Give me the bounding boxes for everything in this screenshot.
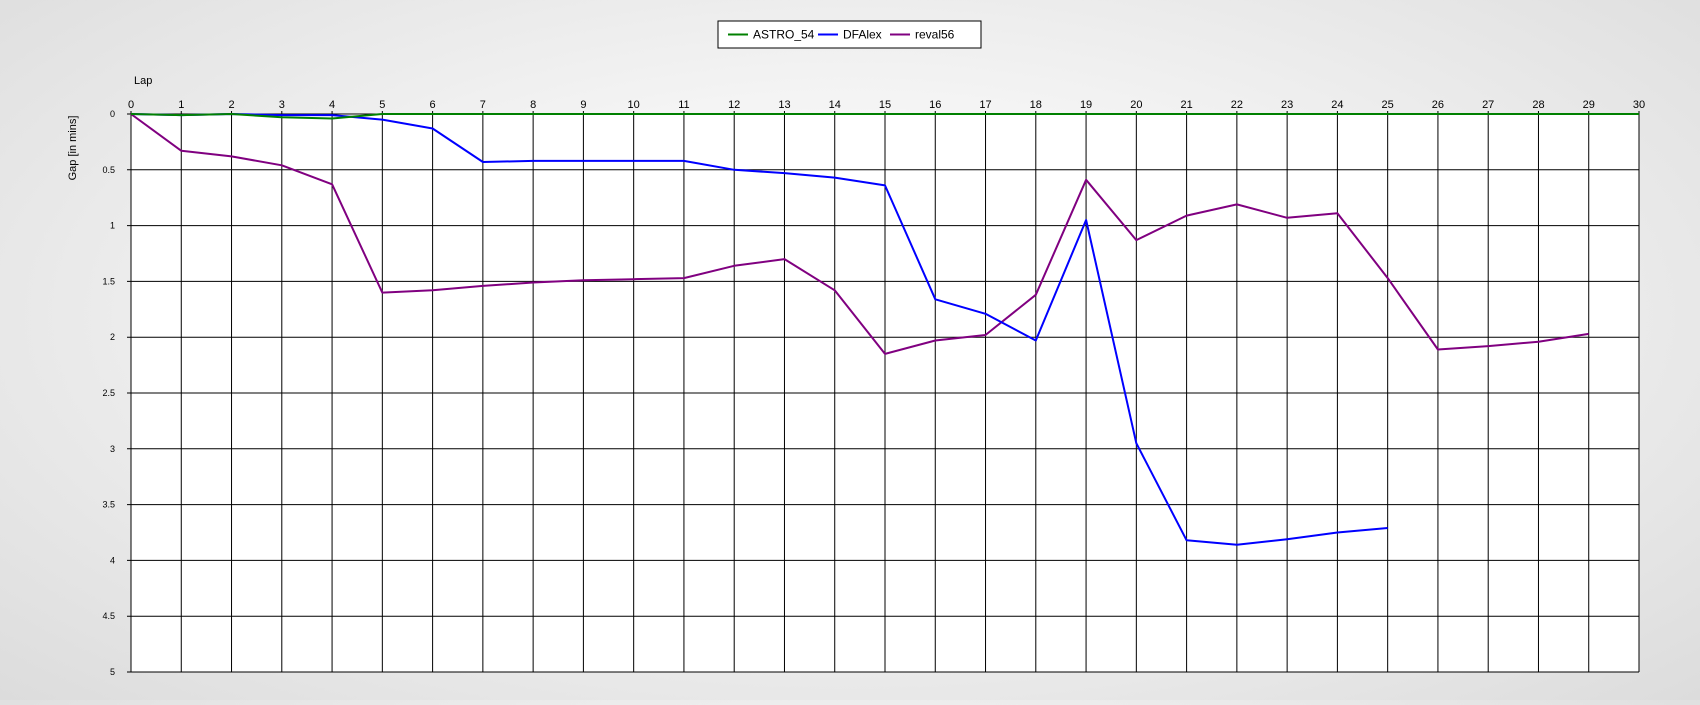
y-tick-label: 4: [110, 555, 115, 565]
x-tick-label: 20: [1130, 99, 1142, 111]
y-axis-label: Gap [in mins]: [67, 116, 79, 181]
x-tick-label: 18: [1030, 99, 1042, 111]
x-tick-label: 15: [879, 99, 891, 111]
x-tick-label: 5: [379, 99, 385, 111]
x-tick-label: 17: [979, 99, 991, 111]
y-tick-label: 4.5: [102, 611, 115, 621]
x-tick-label: 2: [228, 99, 234, 111]
x-tick-label: 3: [279, 99, 285, 111]
x-tick-label: 22: [1231, 99, 1243, 111]
y-tick-label: 3: [110, 444, 115, 454]
y-tick-label: 1.5: [102, 276, 115, 286]
x-tick-label: 12: [728, 99, 740, 111]
x-tick-label: 29: [1583, 99, 1595, 111]
y-tick-label: 2: [110, 332, 115, 342]
x-tick-label: 26: [1432, 99, 1444, 111]
x-axis-label: Lap: [134, 75, 152, 87]
x-tick-label: 19: [1080, 99, 1092, 111]
lap-gap-chart: 0 1 2 3 4 5 6 7 8 9 10 11 12 13 14 15 16 17 18 19 20 21 22 23 24…: [67, 20, 1645, 677]
chart-container: 0 1 2 3 4 5 6 7 8 9 10 11 12 13 14 15 16 17 18 19 20 21 22 23 24…: [0, 0, 1700, 700]
legend-label: DFAlex: [843, 28, 882, 42]
legend-label: ASTRO_54: [753, 28, 815, 42]
legend-label: reval56: [915, 28, 955, 42]
x-tick-label: 24: [1331, 99, 1343, 111]
x-tick-label: 1: [178, 99, 184, 111]
x-tick-label: 30: [1633, 99, 1645, 111]
x-tick-label: 13: [778, 99, 790, 111]
y-tick-label: 0.5: [102, 165, 115, 175]
x-tick-label: 14: [829, 99, 841, 111]
x-tick-label: 21: [1180, 99, 1192, 111]
y-tick-label: 0: [110, 109, 115, 119]
x-tick-label: 23: [1281, 99, 1293, 111]
x-tick-label: 9: [580, 99, 586, 111]
y-tick-label: 2.5: [102, 388, 115, 398]
y-tick-label: 1: [110, 221, 115, 231]
x-tick-label: 10: [628, 99, 640, 111]
x-tick-label: 28: [1532, 99, 1544, 111]
x-tick-label: 4: [329, 99, 335, 111]
x-tick-label: 8: [530, 99, 536, 111]
x-tick-label: 6: [430, 99, 436, 111]
y-tick-label: 5: [110, 667, 115, 677]
x-tick-label: 0: [128, 99, 134, 111]
x-tick-label: 16: [929, 99, 941, 111]
x-tick-label: 25: [1382, 99, 1394, 111]
y-tick-label: 3.5: [102, 500, 115, 510]
x-tick-label: 11: [678, 99, 689, 111]
x-tick-label: 27: [1482, 99, 1494, 111]
legend: ASTRO_54 DFAlex reval56: [717, 20, 982, 49]
x-tick-label: 7: [480, 99, 486, 111]
